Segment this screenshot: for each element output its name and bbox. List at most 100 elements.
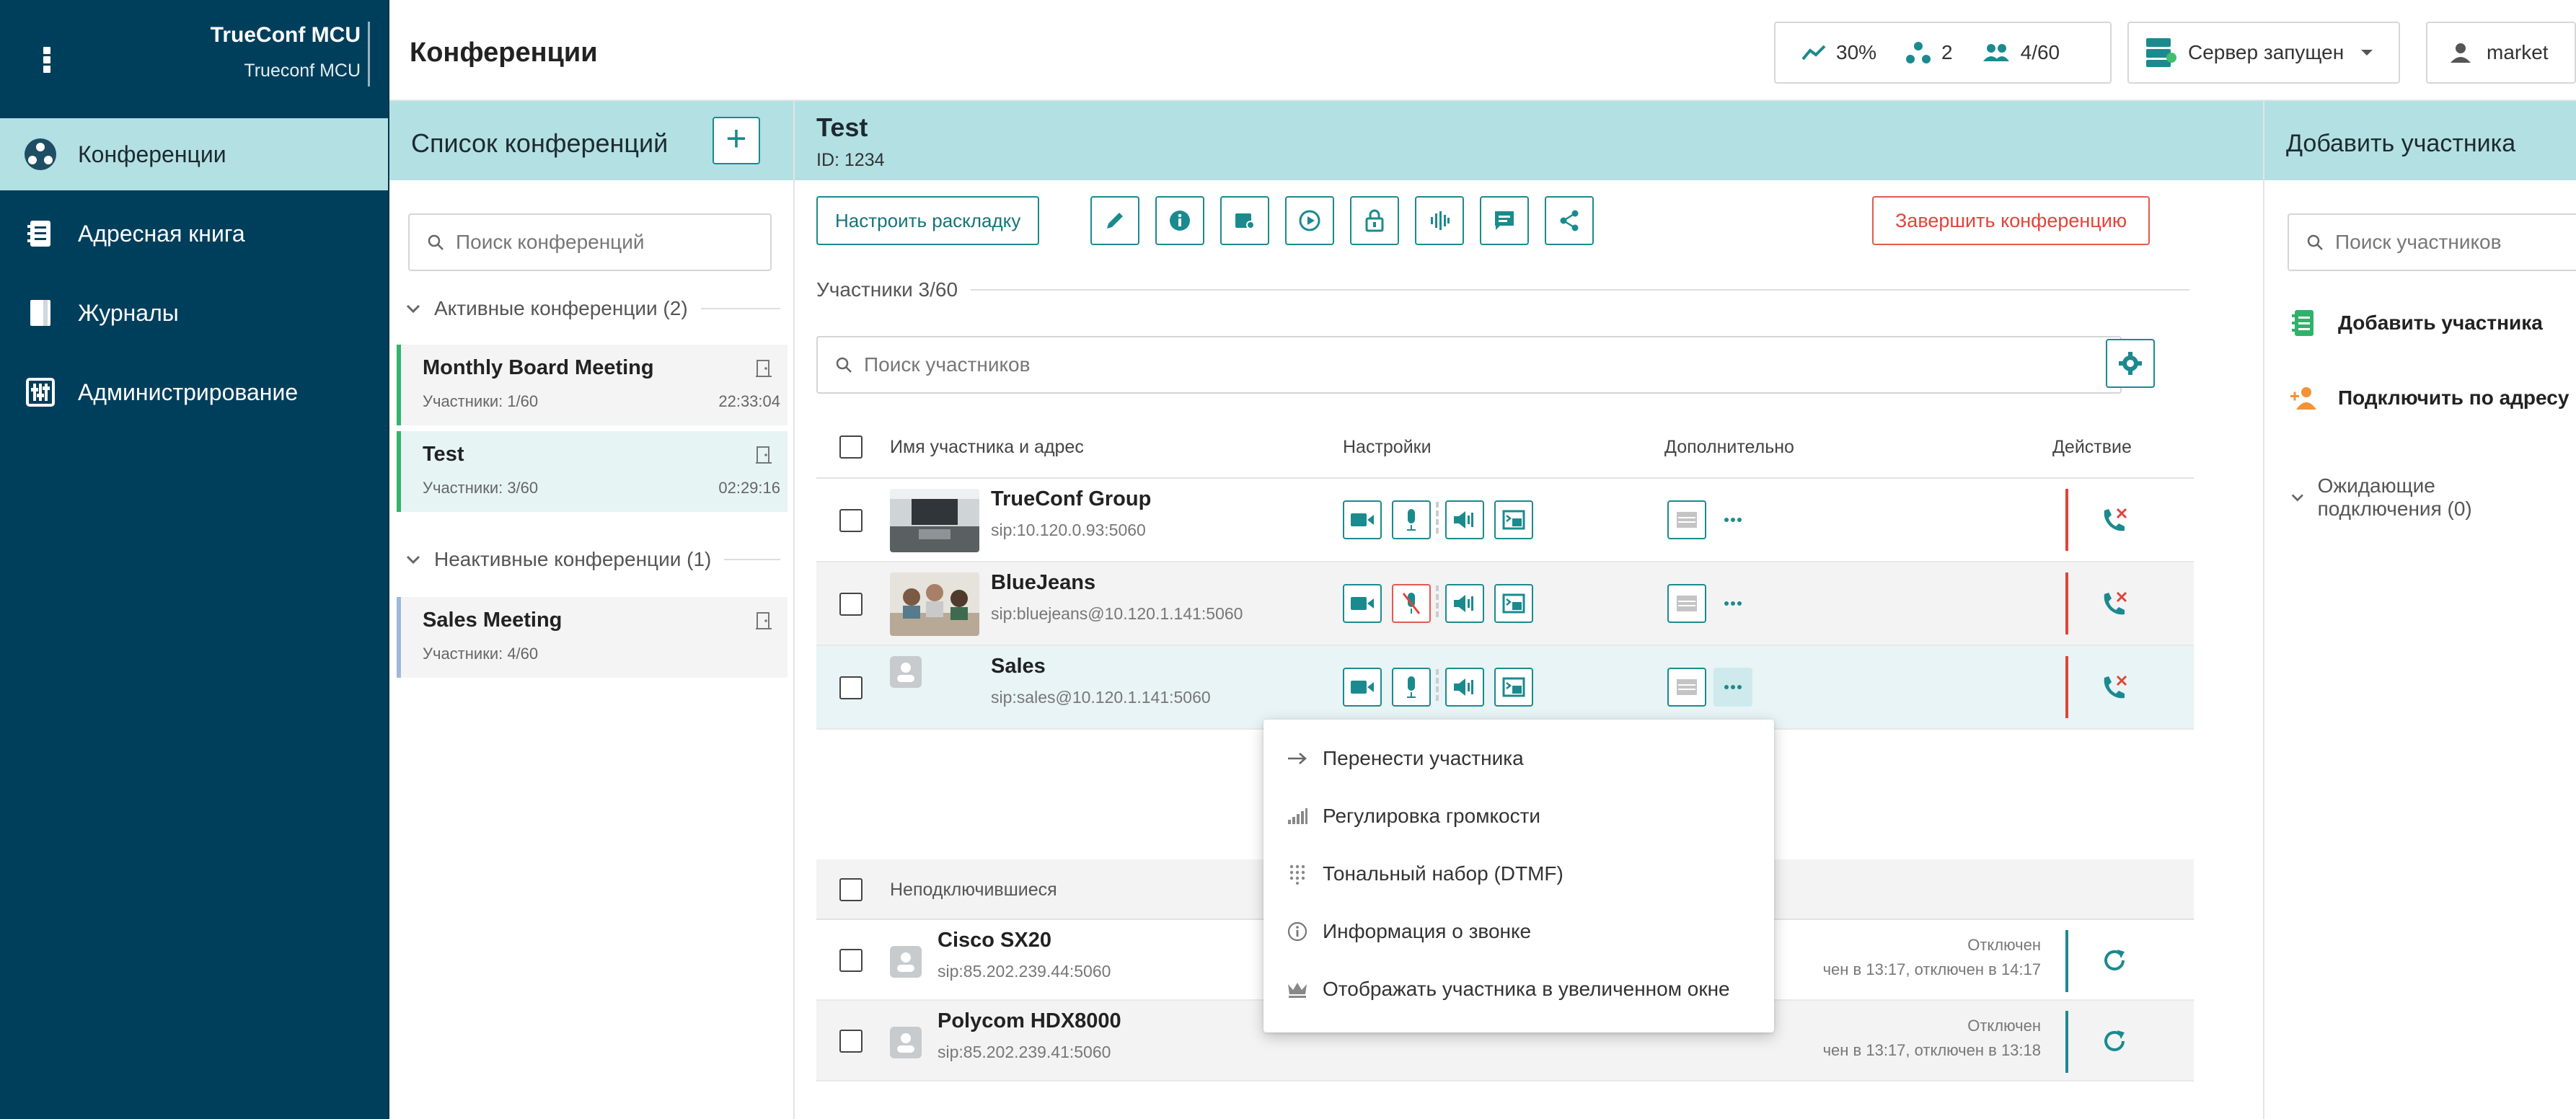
- camera-icon: [1351, 597, 1374, 610]
- conference-id: ID: 1234: [816, 150, 885, 170]
- participant-search-input[interactable]: Поиск участников: [816, 336, 2122, 394]
- configure-layout-button[interactable]: Настроить раскладку: [816, 196, 1040, 245]
- hangup-icon[interactable]: [2100, 506, 2129, 535]
- reconnect-icon[interactable]: [2101, 1028, 2127, 1054]
- select-disconnected-checkbox[interactable]: [839, 878, 863, 901]
- audio-levels-button[interactable]: [1415, 196, 1464, 245]
- hangup-icon[interactable]: [2100, 590, 2129, 619]
- address-book-icon: [2292, 310, 2313, 336]
- record-button[interactable]: [1285, 196, 1334, 245]
- search-placeholder: Поиск конференций: [456, 231, 645, 253]
- participant-row[interactable]: TrueConf Group sip:10.120.0.93:5060: [816, 479, 2194, 562]
- add-conference-button[interactable]: +: [713, 117, 760, 164]
- right-search-input[interactable]: Поиск участников: [2288, 213, 2576, 271]
- video-toggle-button[interactable]: [1343, 584, 1382, 623]
- menu-item-move-participant[interactable]: Перенести участника: [1263, 730, 1774, 787]
- row-checkbox[interactable]: [839, 593, 863, 616]
- add-participant-link[interactable]: Добавить участника: [2290, 309, 2543, 337]
- layout-slot-button[interactable]: [1667, 668, 1706, 707]
- content-toggle-button[interactable]: [1494, 500, 1533, 539]
- speaker-toggle-button[interactable]: [1445, 584, 1484, 623]
- row-checkbox[interactable]: [839, 1030, 863, 1053]
- user-menu[interactable]: market: [2426, 22, 2576, 84]
- sidebar-item-address-book[interactable]: Адресная книга: [0, 198, 389, 270]
- inactive-conferences-group[interactable]: Неактивные конференции (1): [405, 548, 780, 571]
- content-toggle-button[interactable]: [1494, 584, 1533, 623]
- connect-by-address-link[interactable]: Подключить по адресу: [2290, 385, 2569, 411]
- conference-search-input[interactable]: Поиск конференций: [408, 213, 772, 271]
- layout-slot-button[interactable]: [1667, 500, 1706, 539]
- chat-button[interactable]: [1480, 196, 1529, 245]
- ellipsis-icon: [1724, 518, 1742, 522]
- edit-button[interactable]: [1090, 196, 1139, 245]
- search-placeholder: Поиск участников: [864, 353, 1031, 376]
- connection-status: Отключен: [1967, 1017, 2041, 1035]
- share-button[interactable]: [1545, 196, 1594, 245]
- speaker-toggle-button[interactable]: [1445, 500, 1484, 539]
- menu-item-call-info[interactable]: Информация о звонке: [1263, 903, 1774, 960]
- end-conference-button[interactable]: Завершить конференцию: [1872, 196, 2151, 245]
- menu-item-dtmf[interactable]: Тональный набор (DTMF): [1263, 845, 1774, 903]
- more-options-button-active[interactable]: [1713, 668, 1752, 707]
- action-divider: [2065, 656, 2068, 718]
- speaker-toggle-button[interactable]: [1445, 668, 1484, 707]
- participant-name: Sales: [991, 655, 1046, 678]
- mic-toggle-button-muted[interactable]: [1392, 584, 1431, 623]
- lock-button[interactable]: [1350, 196, 1399, 245]
- sidebar-item-logs[interactable]: Журналы: [0, 277, 389, 349]
- menu-kebab-icon[interactable]: [43, 47, 52, 73]
- conference-room-icon: [756, 360, 772, 377]
- row-checkbox[interactable]: [839, 949, 863, 972]
- video-toggle-button[interactable]: [1343, 668, 1382, 707]
- top-header: Конференции 30% 2 4/60 Сервер запущен ma…: [389, 0, 2576, 101]
- participant-settings-button[interactable]: [2106, 339, 2155, 388]
- waiting-connections-group[interactable]: Ожидающие подключения (0): [2290, 474, 2576, 521]
- load-trend-icon: [1801, 45, 1826, 61]
- row-checkbox[interactable]: [839, 676, 863, 699]
- conference-duration: 22:33:04: [718, 392, 780, 410]
- content-toggle-button[interactable]: [1494, 668, 1533, 707]
- conference-item[interactable]: Sales Meeting Участники: 4/60: [397, 597, 788, 678]
- more-options-button[interactable]: [1713, 500, 1752, 539]
- menu-item-label: Тональный набор (DTMF): [1323, 862, 1563, 885]
- ellipsis-icon: [1724, 601, 1742, 606]
- video-toggle-button[interactable]: [1343, 500, 1382, 539]
- action-divider: [2065, 489, 2068, 551]
- info-button[interactable]: [1155, 196, 1204, 245]
- mic-toggle-button[interactable]: [1392, 500, 1431, 539]
- microphone-icon: [1407, 509, 1416, 531]
- mic-level-icon: [1436, 502, 1439, 534]
- conference-item-selected[interactable]: Test Участники: 3/60 02:29:16: [397, 431, 788, 512]
- row-checkbox[interactable]: [839, 509, 863, 532]
- sidebar-item-administration[interactable]: Администрирование: [0, 356, 389, 428]
- hangup-icon[interactable]: [2100, 673, 2129, 702]
- menu-item-enlarge[interactable]: Отображать участника в увеличенном окне: [1263, 960, 1774, 1018]
- sidebar-item-label: Журналы: [78, 299, 179, 326]
- mic-toggle-button[interactable]: [1392, 668, 1431, 707]
- participant-row-active[interactable]: Sales sip:sales@10.120.1.141:5060: [816, 646, 2194, 730]
- ellipsis-icon: [1724, 685, 1742, 689]
- conference-participants: Участники: 4/60: [423, 645, 539, 663]
- menu-item-volume[interactable]: Регулировка громкости: [1263, 787, 1774, 845]
- participant-avatar: [890, 572, 979, 636]
- load-value: 30%: [1836, 41, 1877, 63]
- mic-level-icon: [1436, 585, 1439, 617]
- server-status-dropdown[interactable]: Сервер запущен: [2127, 22, 2400, 84]
- select-all-checkbox[interactable]: [839, 435, 863, 459]
- layout-slot-button[interactable]: [1667, 584, 1706, 623]
- active-conferences-group[interactable]: Активные конференции (2): [405, 297, 780, 320]
- stats-panel: 30% 2 4/60: [1774, 22, 2112, 84]
- participants-count-icon: [1982, 44, 2009, 61]
- more-options-button[interactable]: [1713, 584, 1752, 623]
- sidebar: TrueConf MCU Trueconf MCU Конференции Ад…: [0, 0, 389, 1119]
- participant-row[interactable]: BlueJeans sip:bluejeans@10.120.1.141:506…: [816, 562, 2194, 646]
- add-participant-title: Добавить участника: [2286, 130, 2516, 157]
- waiting-label: Ожидающие подключения (0): [2317, 474, 2472, 520]
- screen-share-icon: [1502, 593, 1525, 614]
- speaker-icon: [1454, 511, 1473, 528]
- pencil-icon: [1107, 213, 1123, 229]
- camera-settings-button[interactable]: [1220, 196, 1269, 245]
- sidebar-item-conferences[interactable]: Конференции: [0, 118, 389, 190]
- conference-item[interactable]: Monthly Board Meeting Участники: 1/60 22…: [397, 345, 788, 425]
- reconnect-icon[interactable]: [2101, 947, 2127, 973]
